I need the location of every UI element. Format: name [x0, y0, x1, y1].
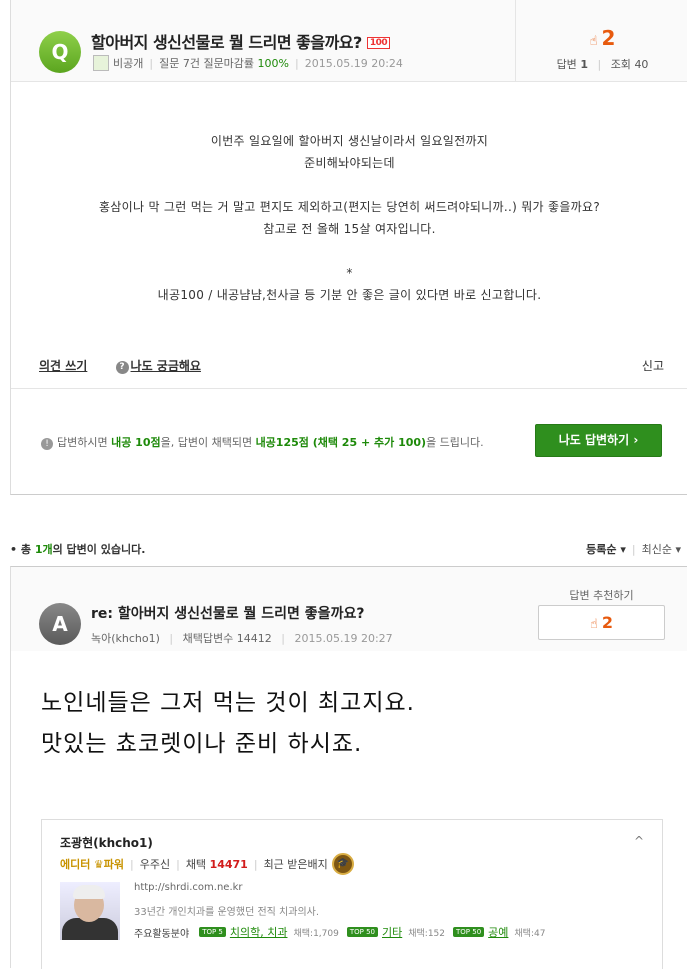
answers-count: 1	[580, 58, 588, 71]
curious-link[interactable]: ? 나도 궁금해요	[115, 359, 201, 374]
area-count: 채택:1,709	[293, 928, 339, 939]
recommend-label: 답변 추천하기	[569, 589, 634, 602]
adopt-label: 채택답변수	[182, 632, 234, 645]
question-q-icon: Q	[39, 31, 81, 73]
views-count: 40	[634, 58, 649, 71]
medal-badge-icon[interactable]: 🎓	[331, 853, 354, 875]
question-body-line: 내공100 / 내공냠냠,천사글 등 기분 안 좋은 글이 있다면 바로 신고합…	[157, 288, 542, 302]
question-title-text: 할아버지 생신선물로 뭘 드리면 좋을까요?	[91, 33, 362, 52]
area-count: 채택:47	[514, 928, 546, 939]
areas-label: 주요활동분야	[134, 928, 190, 940]
answer-count-number: 1개	[34, 543, 53, 556]
views-label: 조회	[610, 58, 631, 71]
question-like-count: 2	[601, 26, 616, 50]
sort-latest[interactable]: 최신순 ▾	[642, 543, 681, 556]
report-link[interactable]: 신고	[642, 357, 664, 374]
answer-body-line: 노인네들은 그저 먹는 것이 최고지요.	[41, 690, 415, 716]
divider	[11, 388, 687, 389]
profile-rank: 에디터	[60, 858, 91, 871]
notice-points: 내공 10점	[111, 436, 161, 449]
area-link[interactable]: 공예	[488, 924, 508, 940]
answer-author[interactable]: 녹아(khcho1)	[91, 632, 160, 645]
answer-box: A re: 할아버지 생신선물로 뭘 드리면 좋을까요? 녹아(khcho1) …	[10, 566, 687, 969]
question-rate: 100%	[257, 56, 289, 70]
answerer-profile-card: 조광현(khcho1) ^ 에디터 ♛ 파워 | 우주신 | 채택 14471 |…	[41, 819, 663, 969]
question-header: Q 할아버지 생신선물로 뭘 드리면 좋을까요? 100 비공개 | 질문 7건 …	[11, 0, 687, 82]
answer-date: 2015.05.19 20:27	[294, 632, 393, 645]
profile-adopt-label: 채택	[185, 858, 207, 871]
sort-registered[interactable]: 등록순 ▾	[586, 543, 626, 556]
profile-activity-areas: 주요활동분야 TOP 5 치의학, 치과 채택:1,709 TOP 50 기타 채택:1…	[134, 924, 545, 940]
points-badge: 100	[366, 37, 391, 49]
area-link[interactable]: 치의학, 치과	[230, 924, 288, 940]
answer-view-counts: 답변 1 | 조회 40	[556, 58, 649, 71]
answer-like-count: 2	[601, 613, 614, 632]
info-icon: !	[41, 438, 53, 450]
answer-body: 노인네들은 그저 먹는 것이 최고지요. 맛있는 쵸코렛이나 준비 하시죠.	[41, 683, 415, 765]
curious-link-label: 나도 궁금해요	[130, 359, 201, 373]
answer-body-line: 맛있는 쵸코렛이나 준비 하시죠.	[41, 731, 363, 757]
user-avatar-icon	[93, 55, 109, 71]
answer-header: A re: 할아버지 생신선물로 뭘 드리면 좋을까요? 녹아(khcho1) …	[11, 567, 687, 651]
collapse-caret-icon[interactable]: ^	[634, 834, 644, 848]
question-body-line: 준비해놔야되는데	[304, 156, 395, 170]
recommend-button[interactable]: ☝ 2	[538, 605, 665, 640]
question-title: 할아버지 생신선물로 뭘 드리면 좋을까요? 100	[91, 29, 391, 53]
question-stats: ☝ 2 답변 1 | 조회 40	[515, 0, 687, 82]
thumb-up-icon: ☝	[589, 34, 598, 49]
answer-count-suffix: 의 답변이 있습니다.	[52, 543, 146, 556]
profile-name[interactable]: 조광현(khcho1)	[60, 834, 153, 851]
notice-text: 을 드립니다.	[426, 436, 484, 449]
answer-meta: 녹아(khcho1) | 채택답변수 14412 | 2015.05.19 20…	[91, 632, 393, 645]
points-notice: ! 답변하시면 내공 10점을, 답변이 채택되면 내공125점 (채택 25 +…	[41, 434, 484, 450]
notice-text: 을, 답변이 채택되면	[160, 436, 256, 449]
profile-power: 파워	[103, 858, 124, 871]
adopt-count: 14412	[236, 632, 272, 645]
answer-title: re: 할아버지 생신선물로 뭘 드리면 좋을까요?	[91, 606, 365, 622]
profile-sub-rank: 우주신	[139, 858, 171, 871]
question-date: 2015.05.19 20:24	[304, 56, 403, 70]
area-count: 채택:152	[408, 928, 446, 939]
thumb-up-icon: ☝	[589, 617, 598, 632]
question-actions: 의견 쓰기 ? 나도 궁금해요 신고	[39, 357, 664, 374]
question-meta: 비공개 | 질문 7건 질문마감률 100% | 2015.05.19 20:2…	[93, 55, 403, 71]
notice-points: 내공125점 (채택 25 + 추가 100)	[255, 436, 427, 449]
question-body-line: 참고로 전 올해 15살 여자입니다.	[263, 222, 436, 236]
question-mark-icon: ?	[115, 361, 129, 374]
profile-blog-link[interactable]: http://shrdi.com.ne.kr	[134, 882, 243, 893]
top-rank-tag: TOP 50	[453, 927, 485, 937]
question-body-line: 이번주 일요일에 할아버지 생신날이라서 일요일전까지	[210, 134, 489, 148]
question-stat-label: 질문 7건 질문마감률	[159, 57, 255, 70]
top-rank-tag: TOP 50	[346, 927, 378, 937]
top-rank-tag: TOP 5	[199, 927, 226, 937]
recent-badge-label: 최근 받은배지	[263, 858, 328, 871]
write-answer-button[interactable]: 나도 답변하기 ›	[535, 424, 662, 457]
profile-description: 33년간 개인치과를 운영했던 전직 치과의사.	[134, 907, 320, 918]
question-author[interactable]: 비공개	[113, 55, 143, 71]
answer-count-prefix: • 총	[10, 543, 35, 556]
answer-a-icon: A	[39, 603, 81, 645]
question-box: Q 할아버지 생신선물로 뭘 드리면 좋을까요? 100 비공개 | 질문 7건 …	[10, 0, 687, 495]
notice-text: 답변하시면	[57, 436, 112, 449]
area-link[interactable]: 기타	[382, 924, 402, 940]
answer-count: • 총 1개의 답변이 있습니다.	[10, 541, 145, 557]
question-body-line: 홍삼이나 막 그런 먹는 거 말고 편지도 제외하고(편지는 당연히 써드려야되…	[98, 200, 601, 214]
crown-icon: ♛	[93, 857, 104, 871]
profile-rank-row: 에디터 ♛ 파워 | 우주신 | 채택 14471 | 최근 받은배지 🎓	[60, 853, 354, 875]
question-likes[interactable]: ☝ 2	[516, 26, 687, 50]
question-body: 이번주 일요일에 할아버지 생신날이라서 일요일전까지 준비해놔야되는데 홍삼이…	[11, 130, 687, 306]
comment-link[interactable]: 의견 쓰기	[39, 359, 87, 373]
sort-options: 등록순 ▾ | 최신순 ▾	[586, 543, 681, 556]
profile-adopt-count: 14471	[209, 857, 248, 871]
question-body-line: *	[346, 266, 353, 280]
profile-photo	[60, 882, 120, 940]
answers-label: 답변	[556, 58, 577, 71]
